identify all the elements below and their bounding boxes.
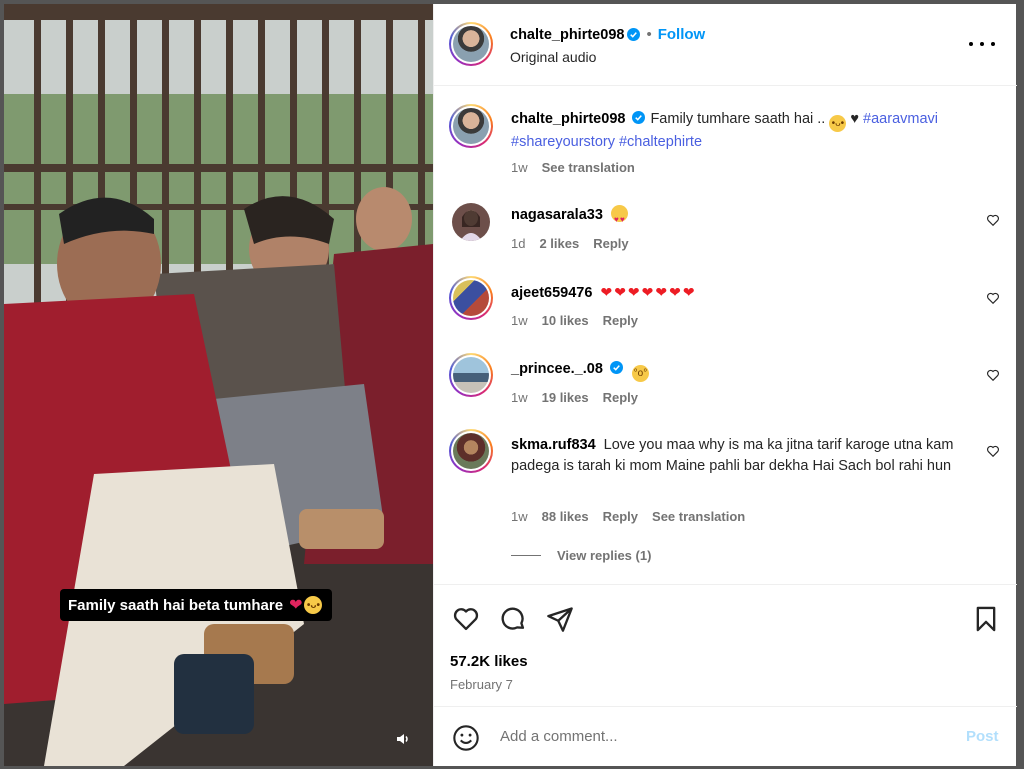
comment-age: 1w (511, 390, 528, 405)
verified-badge-icon (632, 111, 646, 124)
volume-toggle-button[interactable] (392, 728, 414, 750)
post-header: chalte_phirte098 • Follow Original audio (434, 4, 1017, 86)
heart-icon[interactable] (452, 605, 480, 633)
author-username[interactable]: chalte_phirte098 (510, 27, 624, 43)
comment-input[interactable]: Add a comment... (500, 728, 618, 745)
caption-author-avatar[interactable] (449, 104, 493, 148)
heart-eyes-emoji-icon: ♥ ♥ (610, 205, 628, 224)
pleading-face-emoji-icon: •ᴗ• (829, 115, 847, 132)
see-translation-link[interactable]: See translation (652, 509, 745, 524)
verified-badge-icon (627, 28, 641, 41)
audio-label[interactable]: Original audio (510, 49, 596, 65)
view-replies-button[interactable]: View replies (1) (511, 548, 651, 563)
share-icon[interactable] (546, 605, 574, 633)
comment-username[interactable]: ajeet659476 (511, 285, 592, 301)
comment-age: 1d (511, 236, 526, 251)
post-video[interactable]: Family saath hai beta tumhare ❤ •ᴗ• (4, 4, 433, 766)
comment-username[interactable]: _princee._.08 (511, 361, 603, 377)
video-caption-overlay: Family saath hai beta tumhare ❤ •ᴗ• (60, 589, 333, 621)
like-comment-heart-icon[interactable] (986, 368, 1000, 382)
hashtag-link[interactable]: #aaravmavi (863, 111, 938, 127)
caption-age: 1w (511, 160, 528, 175)
reply-button[interactable]: Reply (603, 313, 638, 328)
reply-button[interactable]: Reply (603, 390, 638, 405)
hashtag-links[interactable]: #shareyourstory #chaltephirte (511, 134, 702, 150)
post-actions: 57.2K likes February 7 (434, 584, 1017, 706)
verified-badge-icon (609, 361, 623, 374)
commenter-avatar[interactable] (449, 276, 493, 320)
black-heart-emoji-icon: ♥ (850, 111, 860, 127)
comment-username[interactable]: skma.ruf834 (511, 437, 596, 453)
comment-age: 1w (511, 313, 528, 328)
comment-likes[interactable]: 19 likes (542, 390, 589, 405)
modal-backdrop[interactable]: Family saath hai beta tumhare ❤ •ᴗ• chal… (0, 0, 1024, 769)
reply-button[interactable]: Reply (593, 236, 628, 251)
more-options-icon[interactable] (969, 34, 995, 54)
see-translation-link[interactable]: See translation (542, 160, 635, 175)
comments-list[interactable]: chalte_phirte098 Family tumhare saath hai… (434, 87, 1017, 584)
post-details-panel: chalte_phirte098 • Follow Original audio (433, 4, 1017, 766)
like-comment-heart-icon[interactable] (986, 291, 1000, 305)
comment-age: 1w (511, 509, 528, 524)
commenter-avatar[interactable] (449, 429, 493, 473)
pleading-face-emoji-icon: •ᴗ• (304, 596, 323, 614)
red-heart-emoji-icon: ❤ (289, 597, 303, 614)
caption-username[interactable]: chalte_phirte098 (511, 111, 625, 127)
commenter-avatar[interactable] (452, 203, 490, 241)
like-comment-heart-icon[interactable] (986, 444, 1000, 458)
author-avatar[interactable] (449, 22, 493, 66)
caption-text: Family tumhare saath hai .. (650, 111, 826, 127)
comment-composer: Add a comment... Post (434, 706, 1017, 766)
red-hearts-emoji-icon: ❤❤❤❤❤❤❤ (600, 284, 697, 300)
bookmark-icon[interactable] (972, 605, 1000, 633)
like-comment-heart-icon[interactable] (986, 213, 1000, 227)
post-comment-button[interactable]: Post (966, 728, 999, 745)
likes-count[interactable]: 57.2K likes (450, 653, 528, 670)
view-replies-label: View replies (1) (557, 548, 652, 563)
separator-dot: • (646, 26, 652, 43)
comment-username[interactable]: nagasarala33 (511, 207, 603, 223)
replies-divider (511, 555, 541, 556)
video-frame (4, 4, 433, 766)
comment-likes[interactable]: 10 likes (542, 313, 589, 328)
comment-likes[interactable]: 2 likes (539, 236, 579, 251)
reply-button[interactable]: Reply (603, 509, 638, 524)
emoji-icon[interactable] (452, 724, 480, 752)
post-date: February 7 (450, 677, 513, 692)
commenter-avatar[interactable] (449, 353, 493, 397)
follow-button[interactable]: Follow (658, 26, 706, 43)
volume-icon (397, 734, 408, 744)
video-caption-text: Family saath hai beta tumhare (68, 596, 284, 614)
comment-likes[interactable]: 88 likes (542, 509, 589, 524)
comment-icon[interactable] (499, 605, 527, 633)
flushed-face-emoji-icon: °o° (631, 365, 649, 382)
post-modal: Family saath hai beta tumhare ❤ •ᴗ• chal… (4, 4, 1017, 766)
